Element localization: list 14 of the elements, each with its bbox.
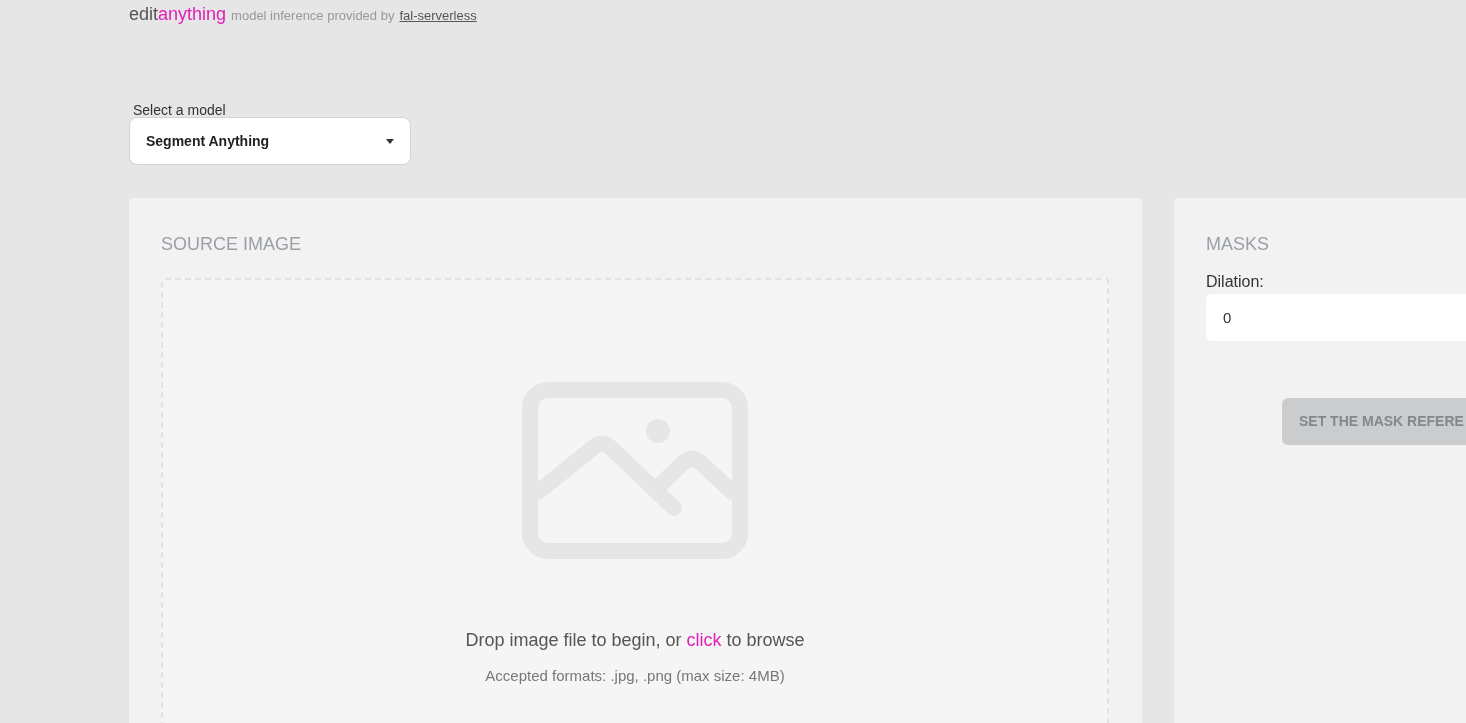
brand-logo: editanything bbox=[129, 3, 227, 26]
model-select-label: Select a model bbox=[133, 102, 226, 118]
panel-title: MASKS bbox=[1206, 233, 1271, 256]
browse-link[interactable]: click bbox=[686, 630, 722, 650]
accepted-formats: Accepted formats: .jpg, .png (max size: 4MB) bbox=[485, 666, 785, 686]
panel-title: SOURCE IMAGE bbox=[161, 233, 303, 256]
dilation-label: Dilation: bbox=[1206, 272, 1265, 292]
drop-zone[interactable]: Drop image file to begin, or click to browse Accepted formats: .jpg, .png (max size: 4MB) bbox=[161, 278, 1109, 723]
tagline: model inference provided by bbox=[231, 7, 395, 25]
caret-icon bbox=[386, 138, 394, 144]
dilation-field[interactable]: 0 bbox=[1206, 294, 1466, 341]
model-select[interactable]: Segment Anything bbox=[129, 117, 411, 165]
fal-serverless-link[interactable]: fal-serverless bbox=[399, 6, 477, 26]
drop-instructions: Drop image file to begin, or click to browse bbox=[465, 629, 805, 652]
